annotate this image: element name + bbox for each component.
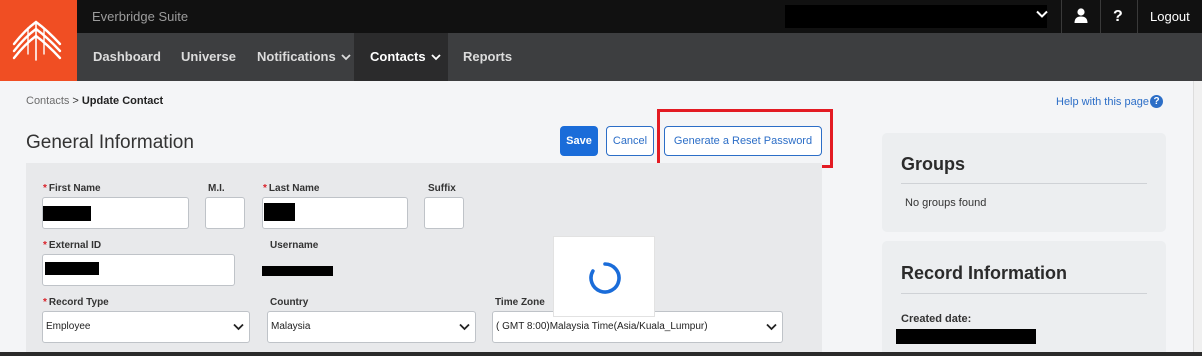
divider bbox=[1100, 0, 1101, 33]
record-type-label: * Record Type bbox=[43, 297, 109, 308]
country-label: Country bbox=[270, 297, 309, 308]
nav-contacts[interactable]: Contacts bbox=[354, 33, 448, 81]
breadcrumb-contacts-link[interactable]: Contacts bbox=[26, 95, 69, 107]
suffix-label: Suffix bbox=[428, 183, 456, 194]
loading-spinner-icon bbox=[589, 262, 621, 294]
app-root: Everbridge Suite ? Logout Dashboard Univ… bbox=[0, 0, 1202, 356]
username-label: Username bbox=[270, 240, 319, 251]
svg-text:?: ? bbox=[1113, 8, 1123, 25]
nav-reports[interactable]: Reports bbox=[463, 33, 512, 81]
last-name-label: * Last Name bbox=[263, 183, 319, 194]
page-title: General Information bbox=[26, 132, 194, 153]
bottom-edge bbox=[0, 352, 1202, 356]
nav-notifications-label: Notifications bbox=[257, 49, 336, 64]
first-name-label: * First Name bbox=[43, 183, 101, 194]
nav-universe-label: Universe bbox=[181, 49, 236, 64]
no-groups-text: No groups found bbox=[905, 197, 987, 209]
chevron-down-icon bbox=[233, 323, 244, 331]
help-circle-icon[interactable]: ? bbox=[1150, 95, 1163, 108]
required-marker: * bbox=[263, 183, 267, 194]
org-selector[interactable] bbox=[785, 5, 1047, 28]
nav-dashboard-label: Dashboard bbox=[93, 49, 161, 64]
chevron-down-icon bbox=[430, 53, 441, 60]
created-date-label: Created date: bbox=[901, 313, 972, 325]
breadcrumb: Contacts > Update Contact bbox=[26, 95, 163, 107]
save-button[interactable]: Save bbox=[560, 126, 598, 156]
record-info-title: Record Information bbox=[901, 263, 1068, 283]
chevron-down-icon bbox=[341, 53, 351, 60]
groups-title: Groups bbox=[901, 154, 966, 174]
record-type-select[interactable]: Employee bbox=[42, 311, 250, 343]
groups-card: Groups No groups found bbox=[882, 133, 1166, 232]
redacted-external-id bbox=[45, 262, 99, 275]
country-value: Malaysia bbox=[271, 321, 311, 332]
chevron-down-icon bbox=[459, 323, 470, 331]
nav-dashboard[interactable]: Dashboard bbox=[93, 33, 161, 81]
loading-overlay bbox=[553, 236, 655, 317]
cancel-button[interactable]: Cancel bbox=[606, 126, 654, 156]
page-scrollbar[interactable] bbox=[1193, 81, 1202, 352]
nav-universe[interactable]: Universe bbox=[181, 33, 236, 81]
first-name-label-text: First Name bbox=[48, 183, 101, 194]
help-link[interactable]: Help with this page bbox=[1056, 96, 1149, 108]
required-marker: * bbox=[43, 183, 47, 194]
record-info-card: Record Information Created date: bbox=[882, 241, 1166, 356]
main-nav: Dashboard Universe Notifications Contact… bbox=[77, 33, 1202, 81]
required-marker: * bbox=[43, 297, 47, 308]
breadcrumb-current: Update Contact bbox=[81, 95, 164, 107]
chevron-down-icon bbox=[766, 323, 777, 331]
nav-contacts-label: Contacts bbox=[370, 49, 426, 64]
user-icon[interactable] bbox=[1073, 7, 1089, 25]
time-zone-label: Time Zone bbox=[495, 297, 545, 308]
everbridge-logo[interactable] bbox=[0, 0, 77, 81]
required-marker: * bbox=[43, 240, 47, 251]
divider bbox=[1061, 0, 1062, 33]
highlight-annotation bbox=[657, 109, 833, 168]
last-name-label-text: Last Name bbox=[268, 183, 320, 194]
redacted-last-name bbox=[264, 203, 295, 221]
record-type-value: Employee bbox=[46, 321, 91, 332]
record-type-label-text: Record Type bbox=[48, 297, 109, 308]
country-select[interactable]: Malaysia bbox=[267, 311, 476, 343]
suite-title: Everbridge Suite bbox=[92, 9, 189, 24]
external-id-label: * External ID bbox=[43, 240, 101, 251]
redacted-created-date bbox=[896, 329, 1036, 344]
redacted-username bbox=[262, 266, 333, 276]
divider bbox=[901, 293, 1147, 294]
redacted-first-name bbox=[43, 206, 91, 221]
top-bar: Everbridge Suite ? Logout bbox=[77, 0, 1202, 33]
logout-link[interactable]: Logout bbox=[1150, 9, 1190, 24]
mi-input[interactable] bbox=[205, 197, 245, 229]
time-zone-value: ( GMT 8:00)Malaysia Time(Asia/Kuala_Lump… bbox=[496, 321, 708, 332]
nav-notifications[interactable]: Notifications bbox=[257, 33, 351, 81]
chevron-down-icon[interactable] bbox=[1035, 7, 1049, 21]
divider bbox=[1137, 0, 1138, 33]
suffix-input[interactable] bbox=[424, 197, 464, 229]
help-question-icon[interactable]: ? bbox=[1112, 7, 1124, 25]
external-id-label-text: External ID bbox=[48, 240, 102, 251]
breadcrumb-separator: > bbox=[72, 95, 79, 107]
nav-reports-label: Reports bbox=[463, 49, 513, 64]
divider bbox=[901, 183, 1147, 184]
mi-label: M.I. bbox=[208, 183, 225, 194]
logo-icon bbox=[12, 20, 62, 61]
